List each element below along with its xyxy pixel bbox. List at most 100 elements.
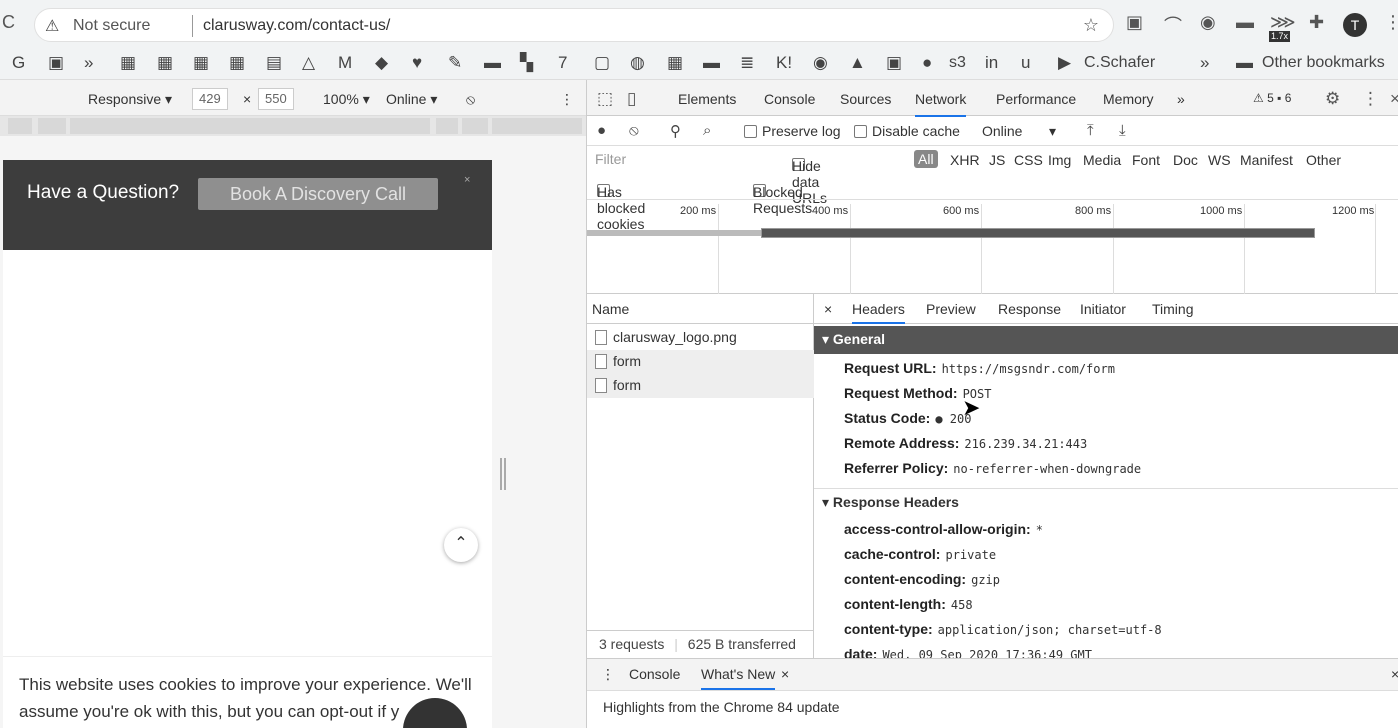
kebab-menu-icon[interactable]: ⋮ (1384, 12, 1398, 33)
issues-counter[interactable]: ⚠ 5 ▪ 6 (1253, 91, 1291, 105)
filter-icon[interactable]: ⚲ (670, 122, 681, 140)
export-har-icon[interactable]: ⤓ (1119, 122, 1126, 139)
filter-css[interactable]: CSS (1014, 152, 1043, 168)
scroll-arrows-icon[interactable]: ⌃ (444, 528, 478, 562)
response-headers-section-header[interactable]: ▾ Response Headers (814, 488, 1398, 516)
record-icon[interactable]: ● (597, 122, 606, 139)
filter-font[interactable]: Font (1132, 152, 1160, 168)
viewport-width-input[interactable]: 429 (192, 88, 228, 110)
chevron-down-icon[interactable]: ▾ (1049, 123, 1056, 140)
drawer-tab-whats-new[interactable]: What's New (701, 666, 776, 690)
bookmark-icon[interactable]: ◉ (813, 53, 828, 73)
filter-img[interactable]: Img (1048, 152, 1071, 168)
request-row[interactable]: form (587, 374, 814, 398)
resize-handle[interactable] (500, 458, 506, 490)
request-row[interactable]: clarusway_logo.png (587, 326, 814, 350)
gmail-icon[interactable]: M (338, 53, 352, 73)
tab-elements[interactable]: Elements (678, 91, 736, 107)
google-bookmark-icon[interactable]: G (12, 53, 25, 73)
stackoverflow-icon[interactable]: ≣ (740, 53, 754, 73)
request-row[interactable]: form (587, 350, 814, 374)
settings-gear-icon[interactable]: ⚙ (1325, 89, 1340, 109)
bookmark-icon[interactable]: ▣ (48, 53, 64, 73)
speed-extension-icon[interactable]: ⋙ (1270, 12, 1296, 33)
url-text[interactable]: clarusway.com/contact-us/ (203, 17, 390, 35)
bookmark-icon[interactable]: ▬ (484, 53, 501, 73)
bookmark-icon[interactable]: ▚ (520, 53, 533, 73)
clear-icon[interactable]: ⦸ (629, 122, 639, 139)
name-column-header[interactable]: Name (587, 294, 814, 324)
drive-icon[interactable]: △ (302, 53, 315, 73)
bookmark-icon[interactable]: u (1021, 53, 1030, 73)
address-bar[interactable]: ⚠ Not secure clarusway.com/contact-us/ ☆ (34, 8, 1114, 42)
extension-icon[interactable]: ⌒ (1164, 12, 1182, 38)
tab-performance[interactable]: Performance (996, 91, 1076, 107)
extension-icon[interactable]: ▬ (1236, 12, 1254, 33)
more-tabs-button[interactable]: » (1177, 91, 1185, 107)
filter-other[interactable]: Other (1306, 152, 1341, 168)
bookmark-s3[interactable]: s3 (949, 54, 966, 72)
tab-response[interactable]: Response (998, 301, 1061, 317)
close-devtools-icon[interactable]: × (1390, 89, 1398, 109)
tab-network[interactable]: Network (915, 91, 967, 117)
drawer-menu-icon[interactable]: ⋮ (601, 666, 615, 683)
filter-all[interactable]: All (914, 150, 938, 168)
more-options-icon[interactable]: ⋮ (560, 91, 574, 108)
bookmark-other[interactable]: Other bookmarks (1262, 54, 1385, 72)
tab-memory[interactable]: Memory (1103, 91, 1154, 107)
kahoot-icon[interactable]: K! (776, 53, 792, 73)
extension-icon[interactable]: ▣ (1126, 12, 1143, 33)
filter-xhr[interactable]: XHR (950, 152, 980, 168)
puzzle-icon[interactable]: ✚ (1309, 12, 1324, 33)
filter-ws[interactable]: WS (1208, 152, 1231, 168)
security-label[interactable]: Not secure (73, 17, 150, 35)
bookmark-icon[interactable]: ▦ (667, 53, 683, 73)
bookmark-icon[interactable]: ▦ (120, 53, 136, 73)
filter-input[interactable]: Filter (591, 149, 777, 171)
import-har-icon[interactable]: ⤒ (1087, 122, 1094, 139)
reload-icon[interactable]: C (2, 12, 15, 33)
bookmark-icon[interactable]: ▦ (193, 53, 209, 73)
grammarly-icon[interactable]: ◉ (1200, 12, 1216, 33)
bookmark-icon[interactable]: ▣ (886, 53, 902, 73)
bookmark-icon[interactable]: ✎ (448, 53, 462, 73)
circle-icon[interactable]: ● (922, 53, 932, 73)
tab-sources[interactable]: Sources (840, 91, 891, 107)
bookmark-icon[interactable]: ▢ (594, 53, 610, 73)
viewport-height-input[interactable]: 550 (258, 88, 294, 110)
maps-icon[interactable]: ♥ (412, 53, 422, 73)
youtube-icon[interactable]: ▶ (1058, 53, 1071, 73)
tab-initiator[interactable]: Initiator (1080, 301, 1126, 317)
throttling-select[interactable]: Online (982, 123, 1022, 139)
warning-icon[interactable]: ⚠ (45, 16, 59, 36)
throttle-select[interactable]: Online ▾ (386, 91, 437, 108)
tab-timing[interactable]: Timing (1152, 301, 1194, 317)
bookmark-icon[interactable]: ▬ (703, 53, 720, 73)
close-drawer-icon[interactable]: × (1391, 666, 1398, 682)
network-timeline[interactable]: 200 ms 400 ms 600 ms 800 ms 1000 ms 1200… (587, 200, 1398, 294)
bookmark-icon[interactable]: » (84, 53, 93, 73)
tab-headers[interactable]: Headers (852, 301, 905, 324)
filter-doc[interactable]: Doc (1173, 152, 1198, 168)
more-bookmarks-icon[interactable]: » (1200, 53, 1209, 73)
avatar[interactable]: T (1343, 13, 1367, 37)
rotate-icon[interactable]: ⦸ (466, 91, 475, 108)
kebab-menu-icon[interactable]: ⋮ (1362, 89, 1379, 109)
filter-js[interactable]: JS (989, 152, 1005, 168)
book-discovery-call-button[interactable]: Book A Discovery Call (198, 178, 438, 210)
bookmark-star-icon[interactable]: ☆ (1083, 15, 1099, 36)
linkedin-icon[interactable]: in (985, 53, 998, 73)
close-tab-icon[interactable]: × (781, 666, 789, 682)
search-icon[interactable]: ⌕ (703, 122, 711, 139)
close-icon[interactable]: × (464, 174, 470, 186)
bookmark-icon[interactable]: 7 (558, 53, 567, 73)
filter-manifest[interactable]: Manifest (1240, 152, 1293, 168)
folder-icon[interactable]: ▬ (1236, 53, 1253, 73)
disable-cache-checkbox[interactable]: Disable cache (854, 123, 960, 139)
general-section-header[interactable]: ▾ General (814, 326, 1398, 354)
device-mode-select[interactable]: Responsive ▾ (88, 91, 172, 108)
bookmark-icon[interactable]: ▦ (157, 53, 173, 73)
media-query-ruler[interactable] (0, 116, 586, 136)
bookmark-cschafer[interactable]: C.Schafer (1084, 54, 1155, 72)
device-toggle-icon[interactable]: ▯ (627, 89, 636, 109)
